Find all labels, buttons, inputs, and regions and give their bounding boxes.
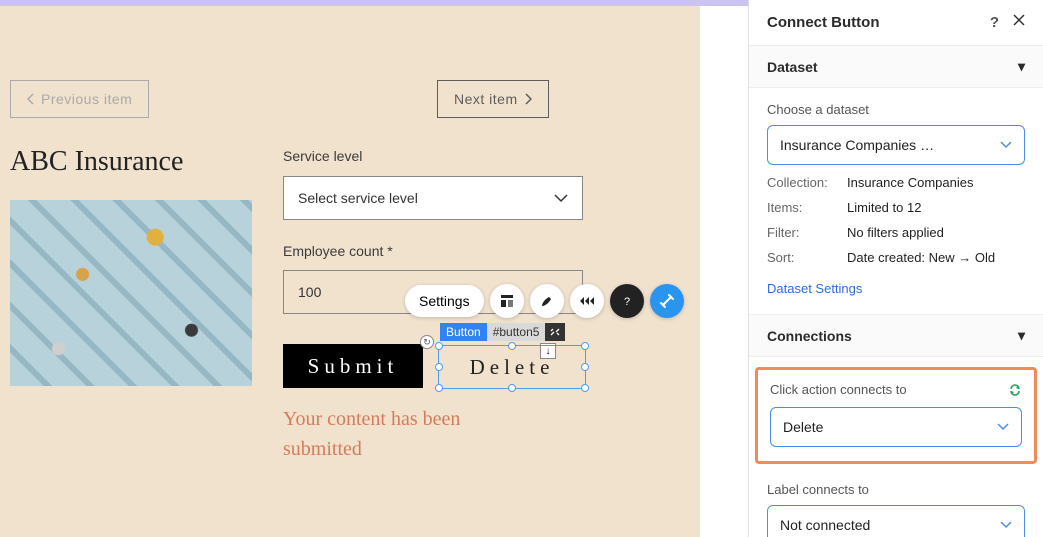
- selection-bounding-box: [438, 345, 586, 389]
- service-level-placeholder: Select service level: [298, 190, 418, 206]
- click-action-highlight: Click action connects to Delete: [755, 367, 1037, 464]
- click-action-dropdown[interactable]: Delete: [770, 407, 1022, 447]
- submit-button[interactable]: Submit: [283, 344, 423, 388]
- meta-items: Items: Limited to 12: [767, 200, 1025, 215]
- dataset-section-header[interactable]: Dataset ▾: [749, 46, 1043, 88]
- connect-panel: Connect Button ? Dataset ▾ Choose a data…: [748, 0, 1043, 537]
- panel-header: Connect Button ?: [749, 0, 1043, 46]
- sync-icon[interactable]: [1008, 383, 1022, 397]
- success-message: Your content has been submitted: [283, 404, 543, 464]
- close-icon[interactable]: [1013, 14, 1025, 31]
- help-icon[interactable]: ?: [610, 284, 644, 318]
- connections-section-header[interactable]: Connections ▾: [749, 315, 1043, 357]
- delete-button-selection: ↻ Button #button5 ↓ Delete: [438, 331, 586, 403]
- meta-value: Date created: New → Old: [847, 250, 995, 265]
- caret-down-icon: ▾: [1018, 58, 1025, 75]
- connect-data-icon[interactable]: [650, 284, 684, 318]
- chevron-down-icon: [1000, 141, 1012, 149]
- previous-item-label: Previous item: [41, 91, 132, 107]
- chevron-left-icon: [27, 93, 35, 105]
- label-connects-dropdown[interactable]: Not connected: [767, 505, 1025, 537]
- chevron-down-icon: [1000, 521, 1012, 529]
- resize-handle[interactable]: [508, 384, 516, 392]
- meta-key: Collection:: [767, 175, 847, 190]
- meta-collection: Collection: Insurance Companies: [767, 175, 1025, 190]
- click-action-value: Delete: [783, 419, 823, 435]
- dataset-section-body: Choose a dataset Insurance Companies … C…: [749, 88, 1043, 315]
- selection-connect-icon[interactable]: [545, 323, 565, 341]
- design-icon[interactable]: [530, 284, 564, 318]
- selection-type-badge: Button: [440, 323, 487, 341]
- page-canvas: Previous item Next item ABC Insurance Se…: [0, 6, 700, 537]
- hero-image: [10, 200, 252, 386]
- label-connects-label: Label connects to: [767, 482, 1025, 497]
- caret-down-icon: ▾: [1018, 327, 1025, 344]
- resize-handle[interactable]: [581, 384, 589, 392]
- resize-handle[interactable]: [435, 363, 443, 371]
- animation-icon[interactable]: [570, 284, 604, 318]
- dataset-dropdown-value: Insurance Companies …: [780, 137, 934, 153]
- chevron-down-icon: [554, 194, 568, 203]
- next-item-label: Next item: [454, 91, 518, 107]
- meta-key: Items:: [767, 200, 847, 215]
- choose-dataset-label: Choose a dataset: [767, 102, 1025, 117]
- dataset-dropdown[interactable]: Insurance Companies …: [767, 125, 1025, 165]
- service-level-select[interactable]: Select service level: [283, 176, 583, 220]
- selection-id-badge: #button5: [487, 323, 546, 341]
- service-level-label: Service level: [283, 148, 362, 164]
- editor-canvas-area: Previous item Next item ABC Insurance Se…: [0, 0, 748, 537]
- meta-key: Sort:: [767, 250, 847, 265]
- chevron-down-icon: [997, 423, 1009, 431]
- employee-count-label: Employee count *: [283, 243, 393, 259]
- next-item-button[interactable]: Next item: [437, 80, 549, 118]
- chevron-right-icon: [524, 93, 532, 105]
- meta-value: Insurance Companies: [847, 175, 973, 190]
- meta-value: Limited to 12: [847, 200, 921, 215]
- label-connects-body: Label connects to Not connected: [749, 464, 1043, 537]
- svg-text:?: ?: [624, 296, 630, 308]
- dataset-section-label: Dataset: [767, 59, 818, 75]
- label-connects-value: Not connected: [780, 517, 870, 533]
- panel-title: Connect Button: [767, 14, 879, 31]
- resize-handle[interactable]: [435, 342, 443, 350]
- element-toolbar: Settings ?: [405, 284, 684, 318]
- meta-key: Filter:: [767, 225, 847, 240]
- resize-handle[interactable]: [435, 384, 443, 392]
- meta-sort: Sort: Date created: New → Old: [767, 250, 1025, 265]
- meta-value: No filters applied: [847, 225, 944, 240]
- connections-section-label: Connections: [767, 328, 852, 344]
- click-action-label: Click action connects to: [770, 382, 907, 397]
- resize-handle[interactable]: [508, 342, 516, 350]
- resize-handle[interactable]: [581, 363, 589, 371]
- help-icon[interactable]: ?: [990, 14, 999, 31]
- rotate-handle-icon[interactable]: ↻: [420, 335, 434, 349]
- resize-handle[interactable]: [581, 342, 589, 350]
- previous-item-button[interactable]: Previous item: [10, 80, 149, 118]
- settings-button[interactable]: Settings: [405, 285, 484, 317]
- page-title: ABC Insurance: [10, 146, 183, 178]
- dataset-settings-link[interactable]: Dataset Settings: [767, 281, 862, 296]
- meta-filter: Filter: No filters applied: [767, 225, 1025, 240]
- layout-icon[interactable]: [490, 284, 524, 318]
